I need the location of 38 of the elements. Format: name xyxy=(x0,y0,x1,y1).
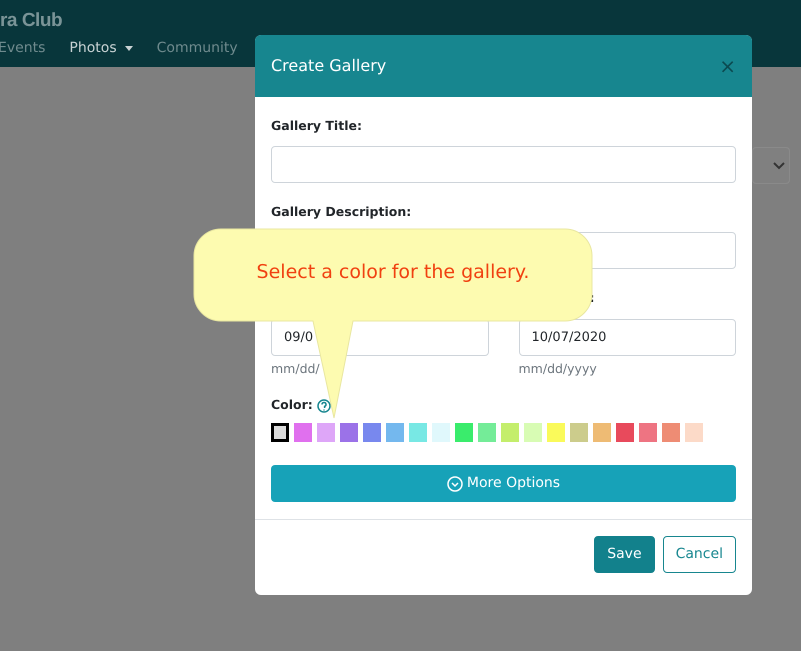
color-swatch[interactable] xyxy=(317,423,335,442)
nav-link[interactable]: Photos xyxy=(69,38,133,59)
close-button[interactable]: × xyxy=(719,56,736,76)
cancel-button[interactable]: Cancel xyxy=(662,536,736,573)
color-swatch[interactable] xyxy=(455,423,473,442)
input-field[interactable] xyxy=(271,146,736,183)
field-label: Color: xyxy=(271,396,313,414)
color-swatch[interactable] xyxy=(547,423,565,442)
nav-link[interactable]: Community xyxy=(156,38,238,59)
field-label: Gallery Title: xyxy=(271,117,363,135)
save-button[interactable]: Save xyxy=(594,536,655,573)
color-swatch[interactable] xyxy=(639,423,657,442)
color-swatch[interactable] xyxy=(386,423,404,442)
brand-name: ra Club xyxy=(0,9,62,33)
tooltip-text: Select a color for the gallery. xyxy=(256,260,530,285)
help-icon[interactable] xyxy=(316,398,331,413)
color-swatch[interactable] xyxy=(409,423,427,442)
color-swatch[interactable] xyxy=(524,423,542,442)
hint-text: mm/dd/yyyy xyxy=(518,360,598,378)
hint-text: mm/dd/ xyxy=(271,360,321,378)
color-swatch[interactable] xyxy=(662,423,680,442)
more-options-button[interactable]: More Options xyxy=(271,465,736,502)
color-swatch[interactable] xyxy=(616,423,634,442)
modal-title: Create Gallery xyxy=(271,55,386,77)
color-swatch[interactable] xyxy=(340,423,358,442)
color-swatch[interactable] xyxy=(570,423,588,442)
color-swatch[interactable] xyxy=(478,423,496,442)
color-swatch[interactable] xyxy=(294,423,312,442)
color-swatch[interactable] xyxy=(685,423,703,442)
chevron-down-icon xyxy=(773,162,785,170)
color-swatch[interactable] xyxy=(501,423,519,442)
field-label: Gallery Description: xyxy=(271,202,412,221)
color-swatch[interactable] xyxy=(271,423,289,442)
color-swatch[interactable] xyxy=(593,423,611,442)
color-swatch[interactable] xyxy=(363,423,381,442)
input-field[interactable]: 10/07/2020 xyxy=(518,318,736,356)
chevron-circle-icon xyxy=(446,476,463,492)
color-swatch[interactable] xyxy=(432,423,450,442)
